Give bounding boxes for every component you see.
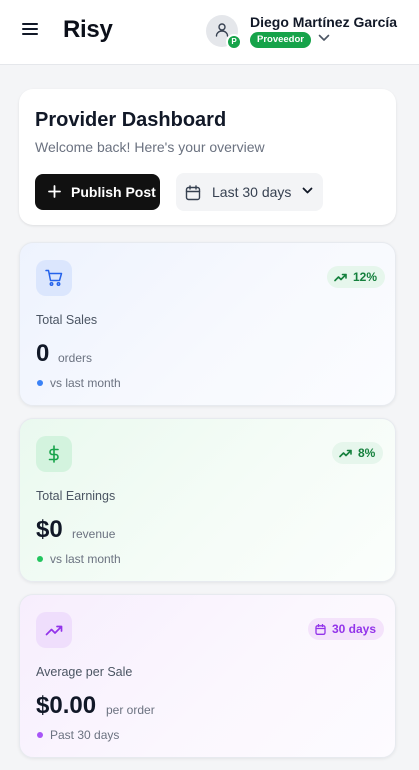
- dollar-icon: [36, 436, 72, 472]
- total-earnings-card: 8% Total Earnings $0 revenue vs last mon…: [19, 418, 396, 582]
- publish-post-label: Publish Post: [71, 184, 156, 200]
- earnings-label: Total Earnings: [36, 489, 116, 503]
- avatar-role-badge: P: [226, 34, 242, 50]
- sales-trend-badge: 12%: [327, 266, 386, 288]
- trending-up-icon: [334, 273, 347, 282]
- earnings-dot: [37, 556, 43, 562]
- average-period-badge: 30 days: [308, 618, 385, 640]
- trending-up-icon: [339, 449, 352, 458]
- trending-up-icon: [36, 612, 72, 648]
- date-range-select[interactable]: Last 30 days: [176, 173, 323, 211]
- role-badge: Proveedor: [250, 32, 311, 48]
- avatar[interactable]: P: [206, 15, 242, 50]
- earnings-unit: revenue: [72, 527, 116, 541]
- average-value: $0.00: [36, 692, 97, 719]
- chevron-down-icon[interactable]: [318, 34, 330, 42]
- average-unit: per order: [106, 703, 155, 717]
- plus-icon: [48, 185, 61, 198]
- user-name[interactable]: Diego Martínez García: [250, 14, 397, 30]
- average-period-value: 30 days: [332, 622, 377, 636]
- page-subtitle: Welcome back! Here's your overview: [35, 139, 265, 155]
- sales-footnote: vs last month: [50, 376, 121, 390]
- calendar-icon: [185, 185, 201, 201]
- average-label: Average per Sale: [36, 665, 133, 679]
- chevron-down-icon: [302, 187, 313, 194]
- sales-trend-value: 12%: [353, 270, 378, 284]
- brand-logo[interactable]: Risy: [63, 16, 113, 44]
- sales-value: 0: [36, 340, 50, 367]
- average-dot: [37, 732, 43, 738]
- top-header: Risy P Diego Martínez García Proveedor: [0, 0, 419, 65]
- calendar-icon: [315, 624, 326, 635]
- page-title: Provider Dashboard: [35, 109, 227, 131]
- menu-icon[interactable]: [22, 23, 38, 37]
- total-sales-card: 12% Total Sales 0 orders vs last month: [19, 242, 396, 406]
- cart-icon: [36, 260, 72, 296]
- earnings-footnote: vs last month: [50, 552, 121, 566]
- earnings-value: $0: [36, 516, 63, 543]
- welcome-card: Provider Dashboard Welcome back! Here's …: [19, 89, 396, 225]
- sales-unit: orders: [58, 351, 93, 365]
- sales-label: Total Sales: [36, 313, 98, 327]
- sales-dot: [37, 380, 43, 386]
- date-range-value: Last 30 days: [212, 184, 292, 200]
- average-per-sale-card: 30 days Average per Sale $0.00 per order…: [19, 594, 396, 758]
- earnings-trend-value: 8%: [358, 446, 376, 460]
- average-footnote: Past 30 days: [50, 728, 120, 742]
- publish-post-button[interactable]: Publish Post: [35, 174, 160, 210]
- earnings-trend-badge: 8%: [332, 442, 384, 464]
